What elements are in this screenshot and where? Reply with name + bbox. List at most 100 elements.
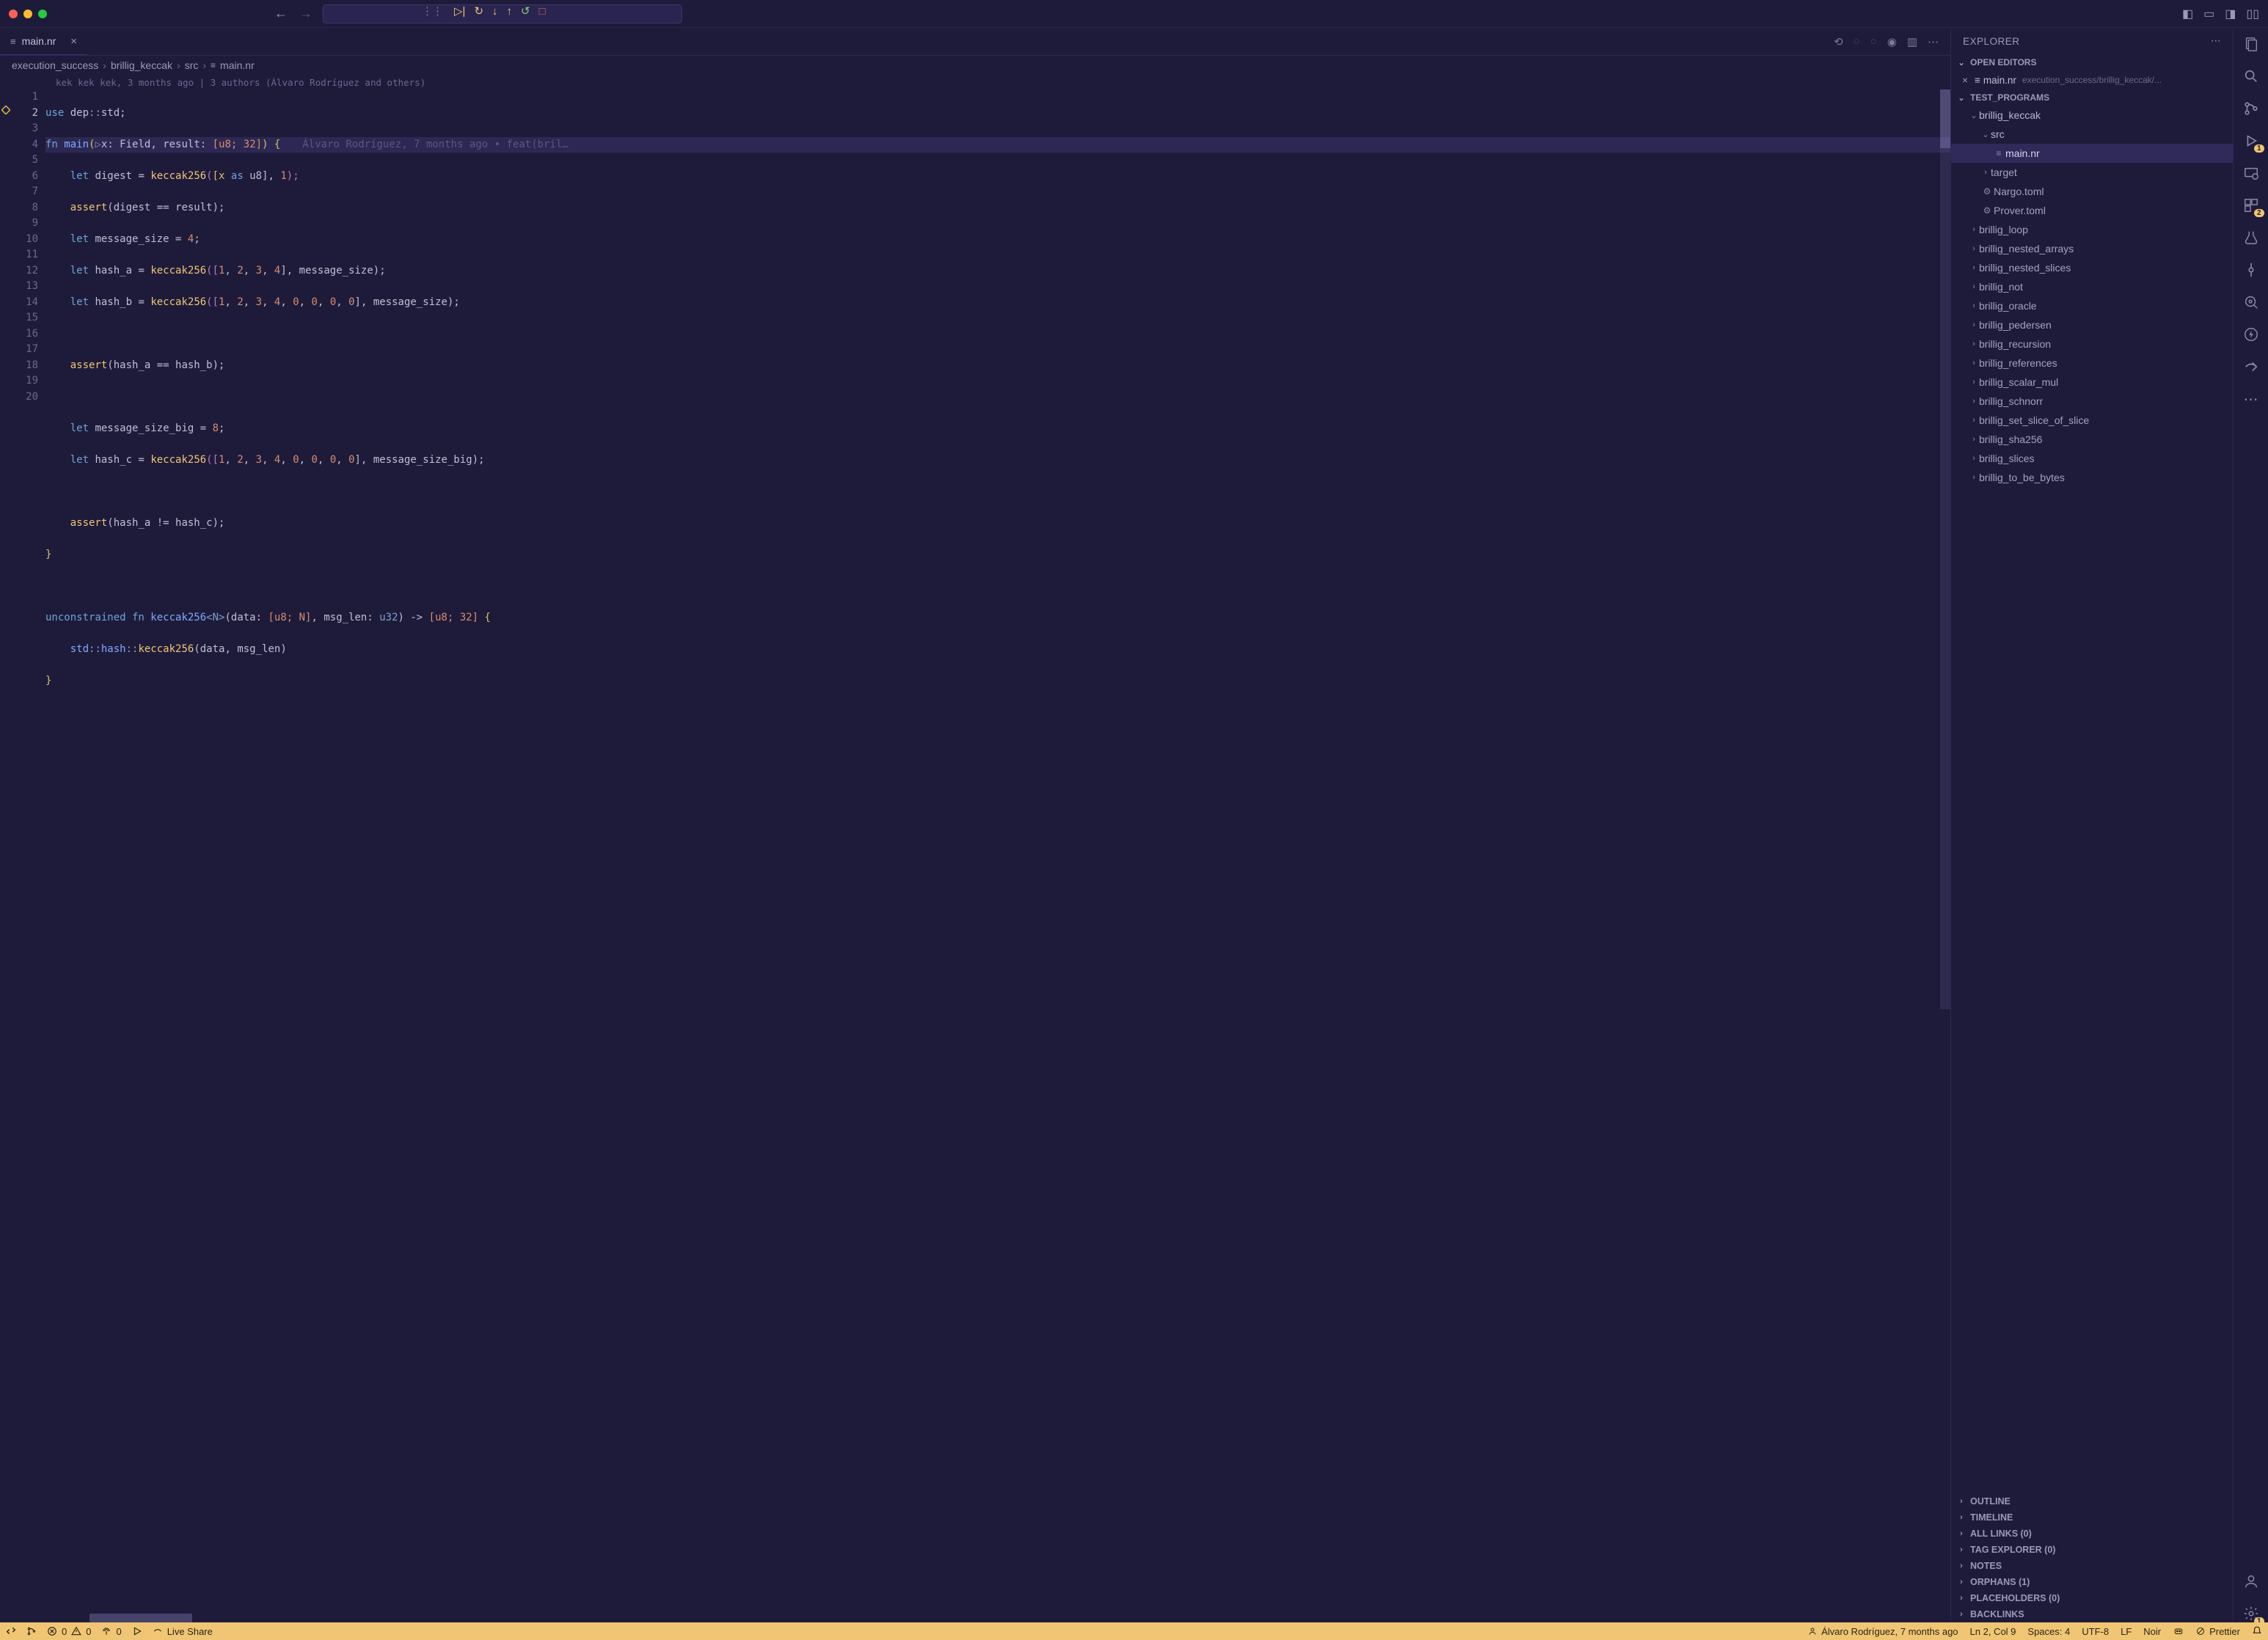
chevron-right-icon: › — [1980, 168, 1991, 177]
folder-brillig-sha256[interactable]: ›brillig_sha256 — [1951, 430, 2233, 449]
breadcrumb-part[interactable]: brillig_keccak — [111, 59, 172, 71]
prettier-status[interactable]: Prettier — [2196, 1626, 2240, 1637]
tree-label: brillig_scalar_mul — [1979, 376, 2058, 388]
encoding-status[interactable]: UTF-8 — [2082, 1626, 2109, 1637]
ports-status[interactable]: 0 — [101, 1626, 121, 1637]
continue-icon[interactable]: ▷| — [454, 4, 465, 18]
maximize-window-icon[interactable] — [38, 10, 47, 18]
folder-brillig-keccak[interactable]: ⌄ brillig_keccak — [1951, 106, 2233, 125]
problems-status[interactable]: 0 0 — [47, 1626, 91, 1637]
folder-brillig-to-be-bytes[interactable]: ›brillig_to_be_bytes — [1951, 468, 2233, 487]
gitlens-icon[interactable] — [2242, 261, 2260, 279]
horizontal-scrollbar[interactable] — [89, 1614, 192, 1622]
section-notes[interactable]: ›NOTES — [1951, 1558, 2233, 1574]
gitlens-toggle-icon[interactable]: ⟲ — [1834, 35, 1843, 48]
tab-main-nr[interactable]: ≡ main.nr × — [0, 28, 87, 55]
file-main-nr[interactable]: ≡ main.nr — [1951, 144, 2233, 163]
folder-brillig-nested-arrays[interactable]: ›brillig_nested_arrays — [1951, 239, 2233, 258]
gitlens-next-icon[interactable]: ○ — [1870, 35, 1877, 48]
breadcrumb-part[interactable]: main.nr — [220, 59, 255, 71]
error-icon — [47, 1626, 57, 1636]
close-window-icon[interactable] — [9, 10, 18, 18]
close-icon[interactable]: × — [1958, 75, 1972, 86]
more-actions-icon[interactable]: ⋯ — [1928, 35, 1939, 48]
eol-status[interactable]: LF — [2121, 1626, 2132, 1637]
split-editor-icon[interactable]: ▥ — [1907, 35, 1917, 48]
more-icon[interactable]: ⋯ — [2242, 390, 2260, 408]
restart-icon[interactable]: ↺ — [521, 4, 530, 18]
open-editor-item[interactable]: × ≡ main.nr execution_success/brillig_ke… — [1951, 70, 2233, 89]
cursor-position[interactable]: Ln 2, Col 9 — [1970, 1626, 2016, 1637]
customize-layout-icon[interactable]: ▯▯ — [2246, 7, 2259, 21]
folder-brillig-not[interactable]: ›brillig_not — [1951, 277, 2233, 296]
live-share-icon[interactable] — [2242, 358, 2260, 376]
folder-brillig-schnorr[interactable]: ›brillig_schnorr — [1951, 392, 2233, 411]
run-icon[interactable]: ◉ — [1887, 35, 1897, 48]
open-editors-header[interactable]: ⌄ OPEN EDITORS — [1951, 54, 2233, 70]
folder-brillig-slices[interactable]: ›brillig_slices — [1951, 449, 2233, 468]
step-into-icon[interactable]: ↓ — [492, 5, 498, 18]
minimize-window-icon[interactable] — [23, 10, 32, 18]
section-placeholders-0-[interactable]: ›PLACEHOLDERS (0) — [1951, 1590, 2233, 1606]
debug-status[interactable] — [132, 1626, 142, 1636]
remote-indicator[interactable] — [6, 1626, 16, 1636]
folder-brillig-references[interactable]: ›brillig_references — [1951, 354, 2233, 373]
section-backlinks[interactable]: ›BACKLINKS — [1951, 1606, 2233, 1622]
workspace-root-header[interactable]: ⌄ TEST_PROGRAMS — [1951, 89, 2233, 106]
nav-forward-icon[interactable]: → — [299, 6, 312, 21]
folder-brillig-nested-slices[interactable]: ›brillig_nested_slices — [1951, 258, 2233, 277]
indentation-status[interactable]: Spaces: 4 — [2027, 1626, 2070, 1637]
copilot-status-icon[interactable] — [2173, 1626, 2184, 1636]
extensions-icon[interactable]: 2 — [2242, 197, 2260, 214]
minimap[interactable] — [1940, 89, 1950, 1009]
breadcrumb-part[interactable]: src — [185, 59, 199, 71]
folder-brillig-scalar-mul[interactable]: ›brillig_scalar_mul — [1951, 373, 2233, 392]
explorer-icon[interactable] — [2242, 35, 2260, 53]
remote-explorer-icon[interactable] — [2242, 164, 2260, 182]
section-timeline[interactable]: ›TIMELINE — [1951, 1509, 2233, 1526]
toggle-secondary-sidebar-icon[interactable]: ◨ — [2225, 7, 2236, 21]
folder-brillig-oracle[interactable]: ›brillig_oracle — [1951, 296, 2233, 315]
settings-icon[interactable]: 1 — [2242, 1605, 2260, 1622]
nav-back-icon[interactable]: ← — [274, 6, 288, 21]
file-nargo-toml[interactable]: ⚙ Nargo.toml — [1951, 182, 2233, 201]
folder-brillig-loop[interactable]: ›brillig_loop — [1951, 220, 2233, 239]
language-mode[interactable]: Noir — [2143, 1626, 2161, 1637]
live-share-status[interactable]: Live Share — [153, 1626, 213, 1637]
breakpoint-gutter[interactable] — [1, 106, 10, 114]
more-actions-icon[interactable]: ⋯ — [2211, 35, 2221, 47]
gitlens-inspect-icon[interactable] — [2242, 293, 2260, 311]
toggle-panel-icon[interactable]: ▭ — [2203, 7, 2214, 21]
thunder-icon[interactable] — [2242, 326, 2260, 343]
gitlens-prev-icon[interactable]: ○ — [1854, 35, 1860, 48]
section-orphans-1-[interactable]: ›ORPHANS (1) — [1951, 1574, 2233, 1590]
folder-brillig-pedersen[interactable]: ›brillig_pedersen — [1951, 315, 2233, 334]
section-outline[interactable]: ›OUTLINE — [1951, 1493, 2233, 1509]
toggle-primary-sidebar-icon[interactable]: ◧ — [2182, 7, 2193, 21]
section-all-links-0-[interactable]: ›ALL LINKS (0) — [1951, 1526, 2233, 1542]
section-tag-explorer-0-[interactable]: ›TAG EXPLORER (0) — [1951, 1542, 2233, 1558]
folder-target[interactable]: › target — [1951, 163, 2233, 182]
tab-close-icon[interactable]: × — [70, 35, 77, 48]
file-prover-toml[interactable]: ⚙ Prover.toml — [1951, 201, 2233, 220]
folder-src[interactable]: ⌄ src — [1951, 125, 2233, 144]
stop-icon[interactable]: □ — [539, 5, 546, 18]
chevron-right-icon: › — [1969, 416, 1979, 425]
breadcrumb-part[interactable]: execution_success — [12, 59, 98, 71]
step-over-icon[interactable]: ↻ — [474, 4, 483, 18]
breadcrumb[interactable]: execution_success › brillig_keccak › src… — [0, 56, 1950, 75]
step-out-icon[interactable]: ↑ — [507, 5, 513, 18]
drag-handle-icon[interactable]: ⋮⋮ — [422, 4, 442, 18]
source-control-icon[interactable] — [2242, 100, 2260, 117]
folder-brillig-set-slice-of-slice[interactable]: ›brillig_set_slice_of_slice — [1951, 411, 2233, 430]
accounts-icon[interactable] — [2242, 1573, 2260, 1590]
notifications-icon[interactable] — [2252, 1626, 2262, 1636]
code-content[interactable]: use dep::std; fn main(▷x: Field, result:… — [45, 89, 1950, 1622]
git-blame-status[interactable]: Álvaro Rodríguez, 7 months ago — [1808, 1626, 1958, 1637]
source-control-status[interactable] — [26, 1626, 37, 1636]
testing-icon[interactable] — [2242, 229, 2260, 246]
code-editor[interactable]: 123456789 1011121314151617181920 use dep… — [0, 89, 1950, 1622]
folder-brillig-recursion[interactable]: ›brillig_recursion — [1951, 334, 2233, 354]
run-debug-icon[interactable]: 1 — [2242, 132, 2260, 150]
search-icon[interactable] — [2242, 67, 2260, 85]
